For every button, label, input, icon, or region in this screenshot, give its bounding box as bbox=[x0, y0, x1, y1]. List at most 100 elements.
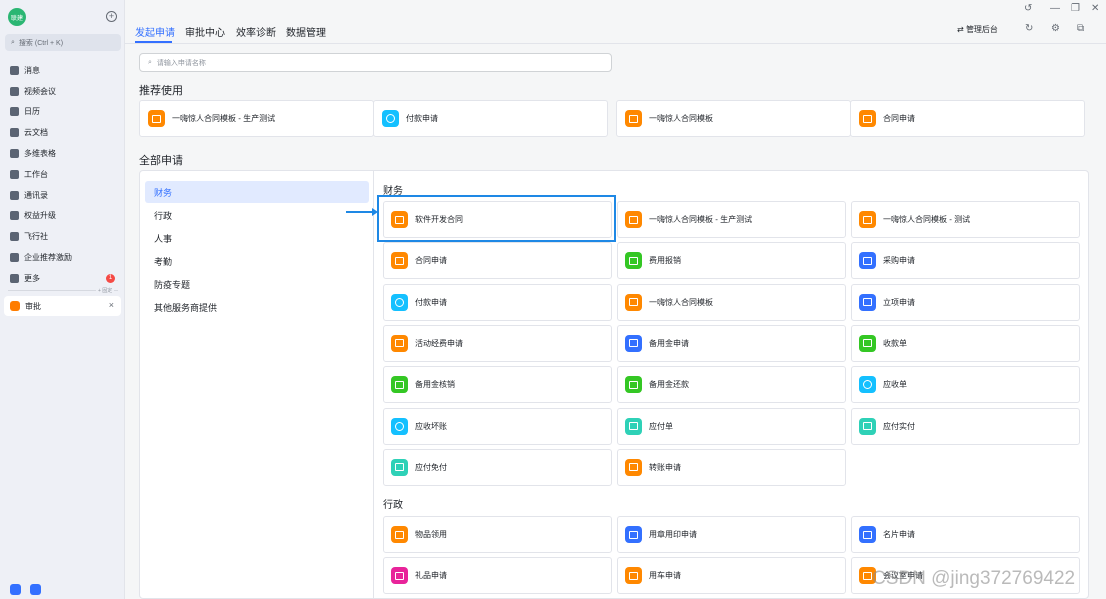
tab-approval-center[interactable]: 审批中心 bbox=[185, 24, 225, 39]
form-app-icon bbox=[391, 334, 408, 352]
category-item[interactable]: 行政 bbox=[145, 204, 369, 226]
form-card[interactable]: 立项申请 bbox=[851, 283, 1080, 321]
sidebar-item[interactable]: 工作台 bbox=[0, 164, 124, 185]
form-card[interactable]: 物品领用 bbox=[383, 516, 612, 553]
form-card[interactable]: 备用金申请 bbox=[617, 324, 846, 362]
form-app-icon bbox=[625, 334, 642, 352]
category-item[interactable]: 考勤 bbox=[145, 250, 369, 272]
category-item[interactable]: 人事 bbox=[145, 227, 369, 249]
tab-efficiency[interactable]: 效率诊断 bbox=[236, 24, 276, 39]
form-card-label: 一嗨惊人合同模板 - 生产测试 bbox=[649, 215, 753, 224]
sidebar-item[interactable]: 云文档 bbox=[0, 122, 124, 143]
top-bar: 发起申请 审批中心 效率诊断 数据管理 ↺ — ❐ ✕ ⇄ 管理后台 ↻ ⚙ ⧉ bbox=[125, 0, 1106, 44]
people-icon bbox=[10, 253, 19, 263]
sidebar-item[interactable]: 多维表格 bbox=[0, 143, 124, 164]
form-app-icon bbox=[625, 376, 642, 394]
app-switch-icon[interactable] bbox=[30, 584, 41, 595]
refresh-icon[interactable]: ↻ bbox=[1025, 23, 1033, 34]
minimize-icon[interactable]: — bbox=[1050, 3, 1060, 14]
annotation-arrow bbox=[346, 208, 378, 216]
request-search-input[interactable]: ⌕ 请输入申请名称 bbox=[139, 53, 612, 72]
tab-apply[interactable]: 发起申请 bbox=[135, 24, 175, 39]
sidebar-item[interactable]: 视频会议 bbox=[0, 81, 124, 102]
notification-badge: 1 bbox=[106, 273, 115, 283]
sidebar-item[interactable]: 飞行社 bbox=[0, 226, 124, 247]
sidebar-item[interactable]: 更多 1 bbox=[0, 268, 124, 289]
diamond-icon bbox=[10, 211, 19, 221]
restore-icon[interactable]: ❐ bbox=[1071, 3, 1080, 14]
form-card-label: 费用报销 bbox=[649, 256, 681, 266]
form-card-label: 采购申请 bbox=[883, 256, 915, 266]
form-card[interactable]: 费用报销 bbox=[617, 242, 846, 280]
admin-console-label: 管理后台 bbox=[965, 25, 998, 34]
form-card[interactable]: 备用金还款 bbox=[617, 366, 846, 404]
recommended-title: 推荐使用 bbox=[139, 85, 183, 97]
form-card[interactable]: 应收单 bbox=[851, 366, 1080, 404]
form-card[interactable]: 名片申请 bbox=[851, 516, 1080, 553]
sidebar-item[interactable]: 消息 bbox=[0, 60, 124, 81]
recommended-card[interactable]: 一嗨惊人合同模板 bbox=[616, 100, 851, 137]
form-card[interactable]: 应付免付 bbox=[383, 448, 612, 486]
form-app-icon bbox=[859, 110, 876, 127]
form-card[interactable]: 一嗨惊人合同模板 bbox=[617, 283, 846, 321]
sidebar-item-label: 视频会议 bbox=[24, 86, 56, 96]
form-app-icon bbox=[625, 458, 642, 476]
global-search-placeholder: 搜索 (Ctrl + K) bbox=[18, 39, 64, 47]
form-card-label: 应付单 bbox=[649, 421, 673, 431]
form-card[interactable]: 收款单 bbox=[851, 324, 1080, 362]
form-card[interactable]: 一嗨惊人合同模板 - 测试 bbox=[851, 201, 1080, 238]
form-card[interactable]: 采购申请 bbox=[851, 242, 1080, 280]
category-item[interactable]: 防疫专题 bbox=[145, 273, 369, 295]
form-app-icon bbox=[625, 417, 642, 435]
avatar[interactable]: 联建 bbox=[8, 8, 26, 26]
sidebar-item[interactable]: 日历 bbox=[0, 102, 124, 123]
sidebar-item[interactable]: 企业推荐激励 bbox=[0, 247, 124, 268]
form-card-label: 备用金核销 bbox=[415, 380, 455, 390]
form-card[interactable]: 应付实付 bbox=[851, 407, 1080, 445]
recommended-card[interactable]: 一嗨惊人合同模板 - 生产测试 bbox=[139, 100, 374, 137]
user-status-icon[interactable] bbox=[10, 584, 21, 595]
form-card[interactable]: 用车申请 bbox=[617, 557, 846, 595]
recommended-card[interactable]: 付款申请 bbox=[373, 100, 608, 137]
recommended-card[interactable]: 合同申请 bbox=[850, 100, 1085, 137]
admin-console-link[interactable]: ⇄ 管理后台 bbox=[957, 24, 998, 35]
form-app-icon bbox=[859, 376, 876, 394]
form-app-icon bbox=[391, 376, 408, 394]
add-icon[interactable]: + bbox=[106, 11, 117, 22]
form-card[interactable]: 备用金核销 bbox=[383, 366, 612, 404]
form-card[interactable]: 应付单 bbox=[617, 407, 846, 445]
form-card[interactable]: 转账申请 bbox=[617, 448, 846, 486]
form-card-label: 一嗨惊人合同模板 bbox=[649, 297, 713, 307]
form-card[interactable]: 用章用印申请 bbox=[617, 516, 846, 553]
form-app-icon bbox=[391, 458, 408, 476]
sidebar-item[interactable]: 通讯录 bbox=[0, 185, 124, 206]
settings-icon[interactable]: ⚙ bbox=[1051, 23, 1060, 34]
form-card[interactable]: 礼品申请 bbox=[383, 557, 612, 595]
category-item[interactable]: 财务 bbox=[145, 181, 369, 203]
grid-icon bbox=[10, 169, 19, 179]
category-list: 财务 行政 人事 考勤 防疫专题 其他服务商提供 bbox=[140, 171, 374, 598]
close-icon[interactable]: × bbox=[109, 300, 114, 310]
pinned-app-approval[interactable]: 审批 × bbox=[4, 296, 121, 316]
category-item[interactable]: 其他服务商提供 bbox=[145, 296, 369, 318]
sidebar-item-label: 云文档 bbox=[24, 128, 48, 138]
form-card-label: 应收单 bbox=[883, 380, 907, 390]
tab-data-management[interactable]: 数据管理 bbox=[286, 24, 326, 39]
form-app-icon bbox=[859, 334, 876, 352]
form-card[interactable]: 合同申请 bbox=[383, 242, 612, 280]
global-search-input[interactable]: ⌕ 搜索 (Ctrl + K) bbox=[5, 34, 121, 51]
form-card-label: 礼品申请 bbox=[415, 571, 447, 581]
form-app-icon bbox=[859, 293, 876, 311]
pin-label[interactable]: + 固定 bbox=[96, 287, 115, 294]
active-tab-indicator bbox=[135, 41, 172, 43]
form-card[interactable]: 付款申请 bbox=[383, 283, 612, 321]
search-icon: ⌕ bbox=[148, 58, 152, 66]
form-card[interactable]: 活动经费申请 bbox=[383, 324, 612, 362]
form-card[interactable]: 一嗨惊人合同模板 - 生产测试 bbox=[617, 201, 846, 238]
form-app-icon bbox=[625, 567, 642, 585]
history-icon[interactable]: ↺ bbox=[1024, 3, 1032, 14]
close-window-icon[interactable]: ✕ bbox=[1091, 3, 1099, 14]
sidebar-item[interactable]: 权益升级 bbox=[0, 206, 124, 227]
open-external-icon[interactable]: ⧉ bbox=[1077, 23, 1084, 34]
form-card[interactable]: 应收坏账 bbox=[383, 407, 612, 445]
